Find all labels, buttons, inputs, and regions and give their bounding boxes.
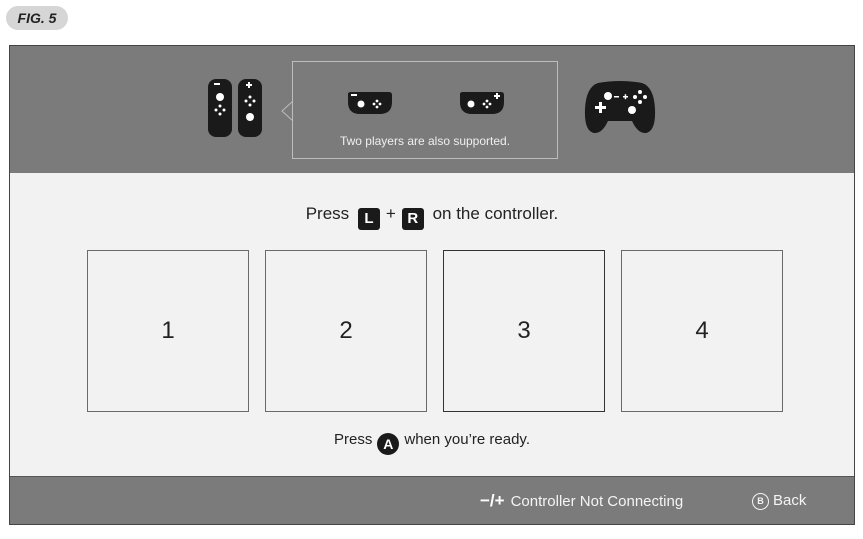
player-slot-number: 2 bbox=[339, 317, 353, 344]
player-slot-2[interactable]: 2 bbox=[265, 250, 427, 412]
figure-label: FIG. 5 bbox=[6, 6, 68, 30]
player-slot-number: 4 bbox=[695, 317, 709, 344]
footer-bar: −/+ Controller Not Connecting B Back bbox=[10, 476, 854, 524]
two-player-bubble: Two players are also supported. bbox=[292, 61, 558, 159]
joycon-sideways-icon bbox=[348, 92, 392, 114]
player-slot-3[interactable]: 3 bbox=[443, 250, 605, 412]
controller-not-connecting-label: Controller Not Connecting bbox=[510, 493, 684, 510]
two-players-supported-text: Two players are also supported. bbox=[339, 134, 511, 148]
player-slot-4[interactable]: 4 bbox=[621, 250, 783, 412]
l-button-icon: L bbox=[357, 208, 380, 230]
press-lr-instruction: Press L + R on the controller. bbox=[10, 204, 854, 230]
r-button-icon: R bbox=[401, 208, 424, 230]
minus-plus-icon: −/+ bbox=[480, 491, 505, 510]
ready-prefix: Press bbox=[334, 431, 373, 448]
instruction-suffix: on the controller. bbox=[432, 204, 559, 223]
player-slot-number: 1 bbox=[161, 317, 175, 344]
header-bar: Two players are also supported. bbox=[10, 46, 854, 173]
a-button-icon: A bbox=[377, 433, 400, 455]
b-button-icon: B bbox=[752, 493, 769, 510]
back-button[interactable]: B Back bbox=[752, 477, 806, 524]
player-slot-number: 3 bbox=[517, 317, 531, 344]
ready-suffix: when you’re ready. bbox=[404, 431, 530, 448]
joycon-pair-icon bbox=[208, 79, 262, 137]
player-slot-1[interactable]: 1 bbox=[87, 250, 249, 412]
back-label: Back bbox=[773, 492, 807, 509]
controller-not-connecting-button[interactable]: −/+ Controller Not Connecting bbox=[480, 477, 683, 524]
controller-pairing-screen: Two players are also supported. Press L +… bbox=[9, 45, 855, 525]
joycon-sideways-icon bbox=[460, 92, 504, 114]
pro-controller-icon bbox=[584, 81, 656, 134]
instruction-prefix: Press bbox=[305, 204, 350, 223]
plus-text: + bbox=[385, 204, 396, 223]
ready-instruction: Press Awhen you’re ready. bbox=[10, 431, 854, 455]
